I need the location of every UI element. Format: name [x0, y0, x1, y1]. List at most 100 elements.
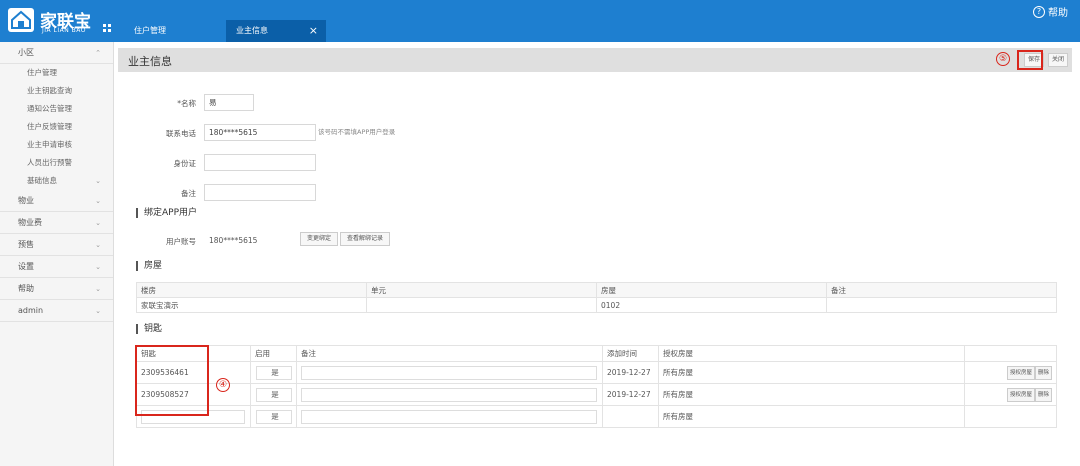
tab-close-icon[interactable]: ×: [309, 20, 318, 42]
sidebar-item-owner-applications[interactable]: 业主申请审核: [0, 136, 113, 154]
save-highlight-box: [1017, 50, 1043, 70]
name-field[interactable]: 易: [204, 94, 254, 111]
main-content: 业主信息 保存 关闭 ⑤ *名称 易 联系电话 180****5615 该号码不…: [114, 42, 1080, 466]
authorized-house-cell: 所有房屋: [658, 405, 965, 428]
name-label: *名称: [177, 99, 196, 108]
sidebar-group-label: 小区: [18, 48, 34, 57]
chevron-down-icon: ⌄: [95, 219, 101, 227]
unbind-history-button[interactable]: 查看解绑记录: [340, 232, 390, 246]
section-house: 房屋: [136, 261, 162, 271]
annotation-marker-5: ⑤: [996, 52, 1010, 66]
key-remark-field[interactable]: [301, 365, 597, 380]
idcard-field[interactable]: [204, 154, 316, 171]
added-time-cell: 2019-12-27: [602, 383, 659, 406]
logo-subtitle: JIA LIAN BAO: [42, 27, 87, 34]
enabled-select[interactable]: 是: [255, 409, 292, 424]
sidebar-group-presale[interactable]: 预售 ⌄: [0, 234, 113, 256]
column-header: 备注: [296, 345, 603, 362]
enabled-cell: 是: [250, 383, 297, 406]
help-icon: ?: [1033, 5, 1045, 18]
change-binding-button[interactable]: 变更绑定: [300, 232, 338, 246]
keys-table: 钥匙 启用 备注 添加时间 授权房屋 2309536461 是 2019-12-…: [136, 345, 1057, 428]
sidebar-item-label: 基础信息: [27, 176, 57, 185]
authorized-house-cell: 所有房屋: [658, 361, 965, 384]
sidebar-group-label: 预售: [18, 240, 34, 249]
close-button[interactable]: 关闭: [1048, 53, 1068, 67]
sidebar: 小区 ⌃ 住户管理 业主钥匙查询 通知公告管理 住户反馈管理 业主申请审核 人员出…: [0, 42, 114, 466]
chevron-down-icon: ⌄: [95, 197, 101, 205]
chevron-down-icon: ⌄: [95, 177, 101, 185]
phone-field[interactable]: 180****5615: [204, 124, 316, 141]
sidebar-item-feedback[interactable]: 住户反馈管理: [0, 118, 113, 136]
table-row: 家联宝演示 0102: [136, 297, 1057, 313]
sidebar-item-owner-key-query[interactable]: 业主钥匙查询: [0, 82, 113, 100]
home-logo-icon: [8, 8, 34, 32]
table-header-row: 钥匙 启用 备注 添加时间 授权房屋: [136, 345, 1057, 362]
enabled-select[interactable]: 是: [255, 387, 292, 402]
chevron-down-icon: ⌄: [95, 285, 101, 293]
remark-label: 备注: [181, 189, 196, 198]
remark-field[interactable]: [204, 184, 316, 201]
column-header: 启用: [250, 345, 297, 362]
column-header: 房屋: [596, 282, 827, 298]
help-link[interactable]: ? 帮助: [1033, 4, 1068, 19]
table-cell: [366, 297, 597, 313]
sidebar-group-label: 设置: [18, 262, 34, 271]
actions-cell: 授权房屋 删除: [964, 361, 1057, 384]
actions-cell: 授权房屋 删除: [964, 383, 1057, 406]
authorized-house-cell: 所有房屋: [658, 383, 965, 406]
sidebar-group-label: 帮助: [18, 284, 34, 293]
help-label: 帮助: [1048, 8, 1068, 19]
account-value: 180****5615: [209, 236, 258, 245]
tab-label: 业主信息: [236, 26, 268, 35]
authorize-house-button[interactable]: 授权房屋: [1006, 365, 1035, 380]
top-bar: 家联宝 JIA LIAN BAO 住户管理 业主信息 × ? 帮助: [0, 0, 1080, 42]
chevron-down-icon: ⌄: [95, 241, 101, 249]
sidebar-group-community[interactable]: 小区 ⌃: [0, 42, 113, 64]
annotation-marker-4: ④: [216, 378, 230, 392]
delete-button[interactable]: 删除: [1034, 387, 1052, 402]
column-header: 授权房屋: [658, 345, 965, 362]
page-title-bar: 业主信息 保存 关闭: [118, 48, 1072, 72]
column-header: 添加时间: [602, 345, 659, 362]
table-row: 是 所有房屋: [136, 405, 1057, 428]
remark-cell: [296, 361, 603, 384]
tab-resident-management[interactable]: 住户管理: [126, 20, 226, 42]
key-remark-field[interactable]: [301, 409, 597, 424]
table-row: 2309536461 是 2019-12-27 所有房屋 授权房屋 删除: [136, 361, 1057, 384]
sidebar-group-admin[interactable]: admin ⌄: [0, 300, 113, 322]
sidebar-item-resident-management[interactable]: 住户管理: [0, 64, 113, 82]
enabled-cell: 是: [250, 405, 297, 428]
sidebar-item-travel-alerts[interactable]: 人员出行预警: [0, 154, 113, 172]
sidebar-group-property[interactable]: 物业 ⌄: [0, 190, 113, 212]
sidebar-group-help[interactable]: 帮助 ⌄: [0, 278, 113, 300]
table-cell: 家联宝演示: [136, 297, 367, 313]
chevron-up-icon: ⌃: [95, 49, 101, 57]
chevron-down-icon: ⌄: [95, 263, 101, 271]
idcard-label: 身份证: [173, 159, 197, 168]
column-header: 备注: [826, 282, 1057, 298]
added-time-cell: 2019-12-27: [602, 361, 659, 384]
house-table: 楼房 单元 房屋 备注 家联宝演示 0102: [136, 282, 1057, 313]
grid-menu-icon[interactable]: [103, 24, 111, 32]
authorize-house-button[interactable]: 授权房屋: [1006, 387, 1035, 402]
remark-cell: [296, 405, 603, 428]
column-header: [964, 345, 1057, 362]
key-remark-field[interactable]: [301, 387, 597, 402]
tab-label: 住户管理: [134, 26, 166, 35]
sidebar-group-property-fee[interactable]: 物业费 ⌄: [0, 212, 113, 234]
column-header: 单元: [366, 282, 597, 298]
enabled-select[interactable]: 是: [255, 365, 292, 380]
sidebar-group-settings[interactable]: 设置 ⌄: [0, 256, 113, 278]
enabled-cell: 是: [250, 361, 297, 384]
sidebar-group-label: 物业: [18, 196, 34, 205]
sidebar-item-notices[interactable]: 通知公告管理: [0, 100, 113, 118]
sidebar-item-basic-info[interactable]: 基础信息 ⌄: [0, 172, 113, 190]
tab-owner-info[interactable]: 业主信息 ×: [226, 20, 326, 42]
remark-cell: [296, 383, 603, 406]
table-row: 2309508527 是 2019-12-27 所有房屋 授权房屋 删除: [136, 383, 1057, 406]
account-label: 用户账号: [166, 237, 196, 246]
phone-hint: 该号码不需填APP用户登录: [318, 128, 396, 136]
delete-button[interactable]: 删除: [1034, 365, 1052, 380]
phone-label: 联系电话: [166, 129, 196, 138]
